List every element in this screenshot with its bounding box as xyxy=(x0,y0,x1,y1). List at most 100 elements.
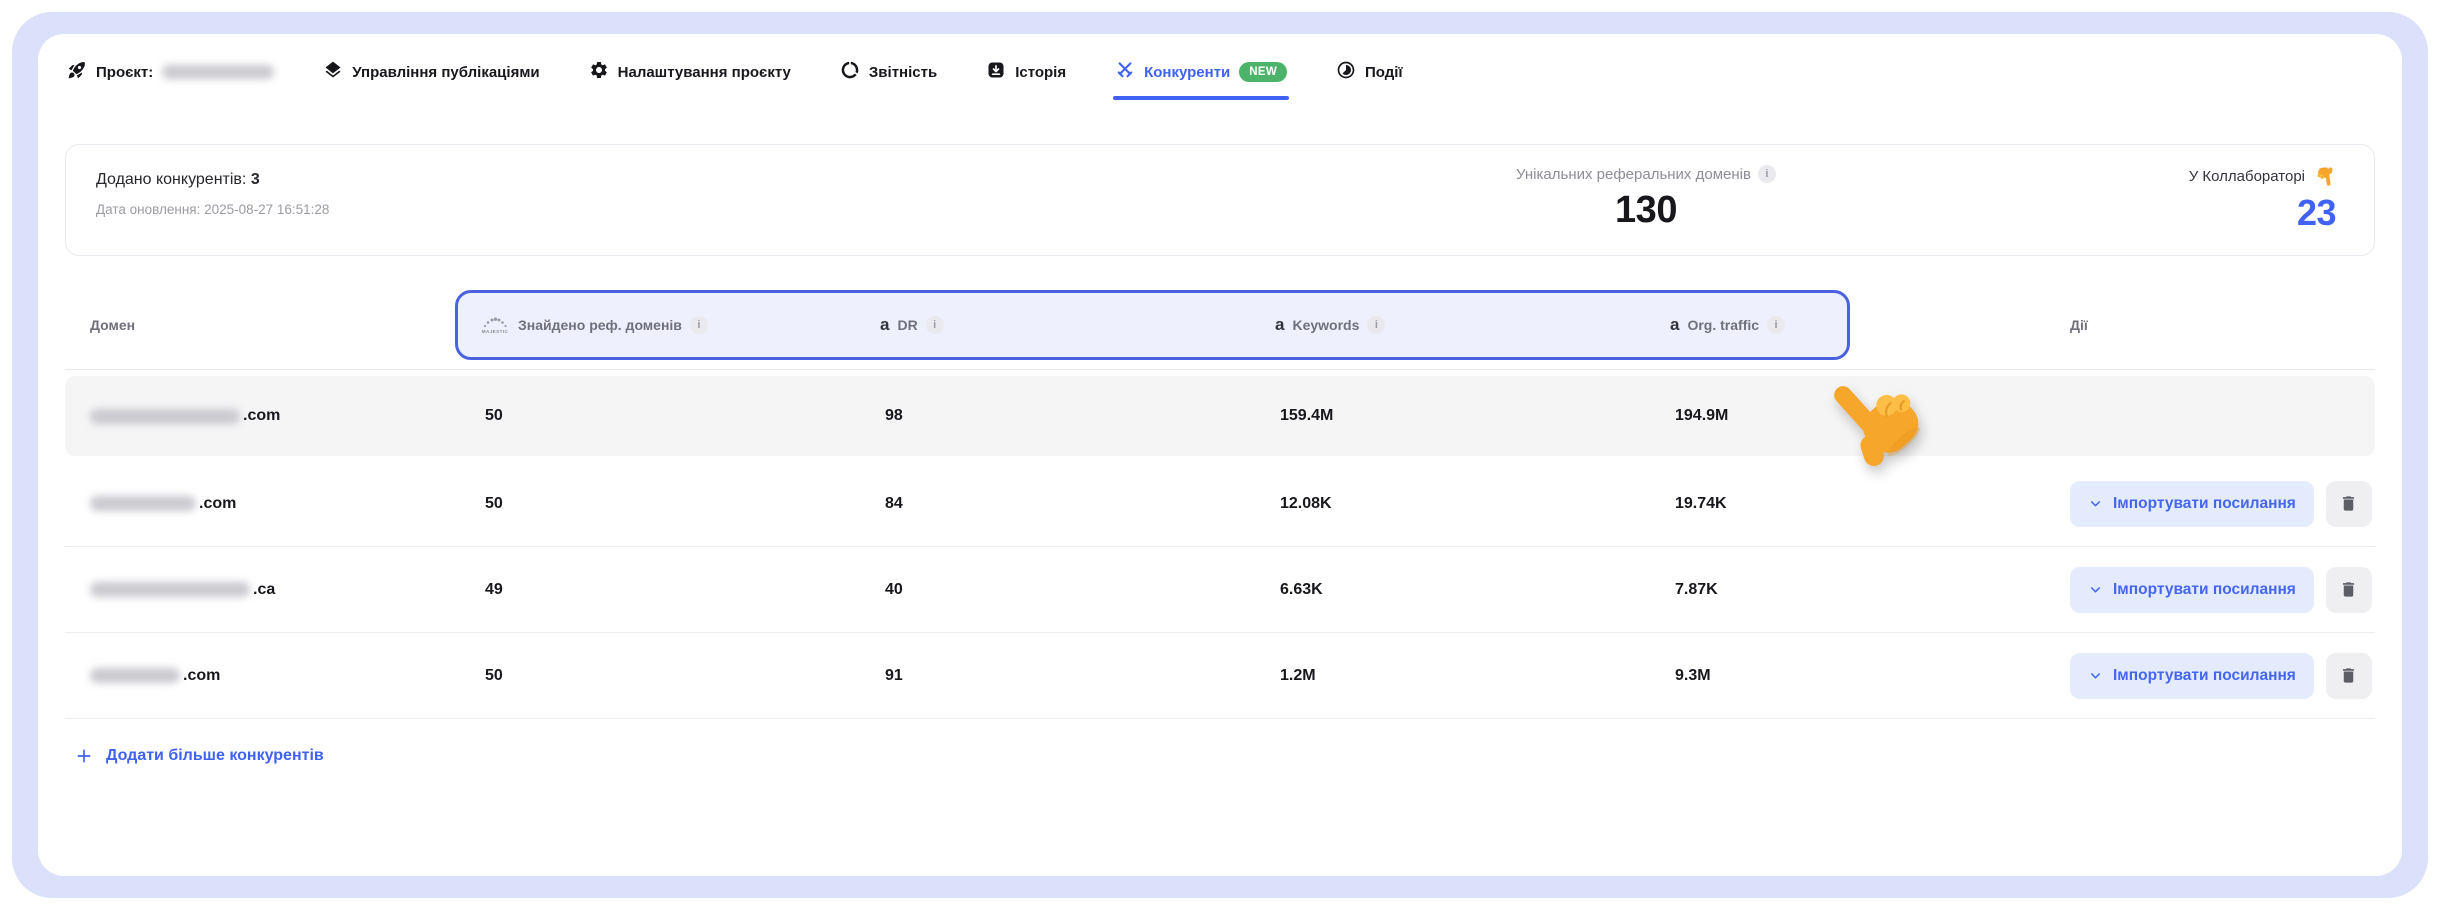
table-row[interactable]: .com 50 91 1.2M 9.3M Імпортувати посилан… xyxy=(65,633,2375,719)
new-badge: NEW xyxy=(1239,62,1287,82)
ahrefs-icon: a xyxy=(1670,315,1679,335)
blurred-domain-prefix xyxy=(90,496,196,511)
keywords-value: 12.08K xyxy=(1250,495,1645,513)
import-links-button[interactable]: Імпортувати посилання xyxy=(2070,481,2314,527)
org-traffic-value: 194.9M xyxy=(1645,407,2025,425)
in-collaborator-stat: У Коллабораторі 23 xyxy=(2189,165,2336,234)
domain-suffix: .com xyxy=(243,407,280,425)
found-ref-domains-value: 49 xyxy=(455,581,855,599)
trash-icon xyxy=(2339,494,2358,513)
table-header: Домен MAJESTIC Знайдено реф. доменів i xyxy=(65,290,2375,360)
nav-item-competitors[interactable]: Конкуренти NEW xyxy=(1115,60,1287,84)
in-collaborator-label: У Коллабораторі xyxy=(2189,168,2305,185)
import-links-button[interactable]: Імпортувати посилання xyxy=(2070,567,2314,613)
svg-text:MAJESTIC: MAJESTIC xyxy=(482,329,509,334)
found-ref-domains-value: 50 xyxy=(455,667,855,685)
blurred-project-name xyxy=(162,65,274,79)
majestic-icon: MAJESTIC xyxy=(480,314,510,336)
col-header-found-ref-domains[interactable]: MAJESTIC Знайдено реф. доменів i xyxy=(455,314,855,336)
org-traffic-value: 19.74K xyxy=(1645,495,2025,513)
import-links-button[interactable]: Імпортувати посилання xyxy=(2070,653,2314,699)
domain-cell: .ca xyxy=(65,581,455,599)
domain-suffix: .ca xyxy=(253,581,275,599)
trash-icon xyxy=(2339,580,2358,599)
nav-item-label: Проєкт: xyxy=(96,64,153,81)
dr-value: 40 xyxy=(855,581,1250,599)
delete-competitor-button[interactable] xyxy=(2326,481,2372,527)
blurred-domain-prefix xyxy=(90,582,250,597)
info-icon[interactable]: i xyxy=(1758,165,1776,183)
nav-item-label: Конкуренти xyxy=(1144,64,1230,81)
col-header-org-traffic[interactable]: a Org. traffic i xyxy=(1645,315,2025,335)
info-icon[interactable]: i xyxy=(690,316,708,334)
summary-bar: Додано конкурентів: 3 Дата оновлення: 20… xyxy=(65,144,2375,256)
domain-suffix: .com xyxy=(183,667,220,685)
blurred-domain-prefix xyxy=(90,409,240,424)
page-background: Проєкт: Управління публікаціями Налаштув… xyxy=(12,12,2428,898)
info-icon[interactable]: i xyxy=(1367,316,1385,334)
header-divider xyxy=(65,369,2375,370)
found-ref-domains-value: 50 xyxy=(455,495,855,513)
nav-item-reports[interactable]: Звітність xyxy=(840,60,937,84)
plus-icon xyxy=(75,747,93,765)
keywords-value: 159.4M xyxy=(1250,407,1645,425)
blurred-domain-prefix xyxy=(90,668,180,683)
ahrefs-icon: a xyxy=(1275,315,1284,335)
actions-cell: Імпортувати посилання xyxy=(2025,567,2375,613)
nav-item-label: Налаштування проєкту xyxy=(618,64,791,81)
nav-item-label: Управління публікаціями xyxy=(352,64,539,81)
keywords-value: 1.2M xyxy=(1250,667,1645,685)
table-row[interactable]: .com 50 84 12.08K 19.74K Імпортувати пос… xyxy=(65,461,2375,547)
timelapse-clock-icon xyxy=(1336,60,1356,84)
update-date: Дата оновлення: 2025-08-27 16:51:28 xyxy=(96,202,329,217)
history-download-icon xyxy=(986,60,1006,84)
added-competitors-value: 3 xyxy=(251,171,260,188)
chevron-down-icon xyxy=(2088,582,2103,597)
nav-item-publications[interactable]: Управління публікаціями xyxy=(323,60,539,84)
layers-icon xyxy=(323,60,343,84)
col-header-keywords[interactable]: a Keywords i xyxy=(1250,315,1645,335)
info-icon[interactable]: i xyxy=(926,316,944,334)
project-nav: Проєкт: Управління публікаціями Налаштув… xyxy=(67,56,1403,88)
crossed-swords-icon xyxy=(1115,60,1135,84)
nav-item-label: Історія xyxy=(1015,64,1066,81)
ahrefs-icon: a xyxy=(880,315,889,335)
delete-competitor-button[interactable] xyxy=(2326,653,2372,699)
col-header-domain[interactable]: Домен xyxy=(65,317,455,333)
domain-suffix: .com xyxy=(199,495,236,513)
main-card: Проєкт: Управління публікаціями Налаштув… xyxy=(38,34,2402,876)
actions-cell: Імпортувати посилання xyxy=(2025,653,2375,699)
nav-item-history[interactable]: Історія xyxy=(986,60,1066,84)
added-competitors: Додано конкурентів: 3 xyxy=(96,171,329,189)
dr-value: 84 xyxy=(855,495,1250,513)
dr-value: 91 xyxy=(855,667,1250,685)
competitors-table: Домен MAJESTIC Знайдено реф. доменів i xyxy=(65,290,2375,770)
table-row[interactable]: .com 50 98 159.4M 194.9M xyxy=(65,376,2375,456)
keywords-value: 6.63K xyxy=(1250,581,1645,599)
nav-item-project[interactable]: Проєкт: xyxy=(67,60,274,84)
report-donut-icon xyxy=(840,60,860,84)
org-traffic-value: 9.3M xyxy=(1645,667,2025,685)
domain-cell: .com xyxy=(65,667,455,685)
chevron-down-icon xyxy=(2088,496,2103,511)
actions-cell: Імпортувати посилання xyxy=(2025,481,2375,527)
pointing-down-hand-icon xyxy=(2314,165,2336,187)
nav-item-label: Звітність xyxy=(869,64,937,81)
found-ref-domains-value: 50 xyxy=(455,407,855,425)
nav-item-label: Події xyxy=(1365,64,1403,81)
unique-ref-domains-label: Унікальних реферальних доменів xyxy=(1516,166,1751,183)
add-more-competitors-button[interactable]: Додати більше конкурентів xyxy=(69,746,330,766)
info-icon[interactable]: i xyxy=(1767,316,1785,334)
nav-item-settings[interactable]: Налаштування проєкту xyxy=(589,60,791,84)
unique-ref-domains-stat: Унікальних реферальних доменів i 130 xyxy=(1476,165,1816,232)
rocket-icon xyxy=(67,60,87,84)
dr-value: 98 xyxy=(855,407,1250,425)
table-row[interactable]: .ca 49 40 6.63K 7.87K Імпортувати посила… xyxy=(65,547,2375,633)
gear-icon xyxy=(589,60,609,84)
in-collaborator-value: 23 xyxy=(2189,192,2336,234)
domain-cell: .com xyxy=(65,407,455,425)
col-header-dr[interactable]: a DR i xyxy=(855,315,1250,335)
delete-competitor-button[interactable] xyxy=(2326,567,2372,613)
unique-ref-domains-value: 130 xyxy=(1476,189,1816,232)
nav-item-events[interactable]: Події xyxy=(1336,60,1403,84)
